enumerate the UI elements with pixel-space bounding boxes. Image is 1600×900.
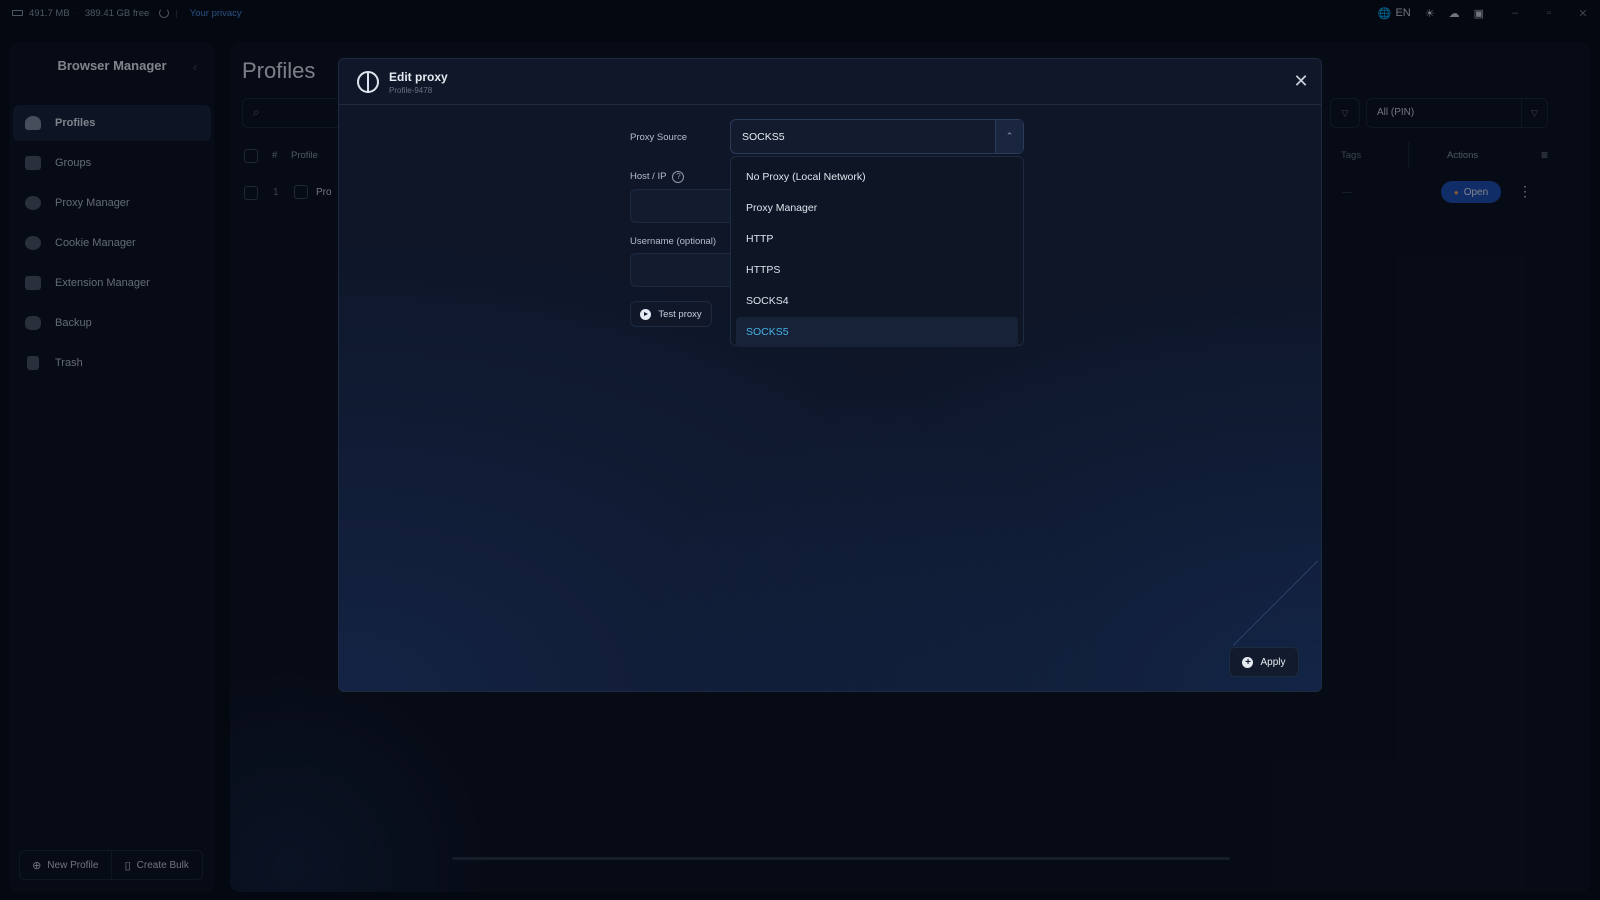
- proxy-source-value: SOCKS5: [742, 131, 785, 143]
- play-icon: [640, 308, 652, 320]
- dialog-header: Edit proxy Profile-9478 ✕: [339, 59, 1321, 105]
- option-proxy-manager[interactable]: Proxy Manager: [736, 193, 1018, 223]
- option-no-proxy[interactable]: No Proxy (Local Network): [736, 162, 1018, 192]
- host-label: Host / IP?: [630, 171, 685, 183]
- option-socks5[interactable]: SOCKS5: [736, 317, 1018, 347]
- dialog-subtitle: Profile-9478: [389, 86, 433, 95]
- help-icon[interactable]: ?: [672, 171, 685, 183]
- apply-button[interactable]: + Apply: [1229, 647, 1299, 677]
- proxy-source-options: No Proxy (Local Network) Proxy Manager H…: [730, 156, 1024, 347]
- proxy-source-label: Proxy Source: [630, 132, 688, 143]
- option-http[interactable]: HTTP: [736, 224, 1018, 254]
- username-input[interactable]: [630, 253, 740, 287]
- test-proxy-label: Test proxy: [658, 308, 702, 320]
- globe-icon: [357, 71, 379, 93]
- edit-proxy-dialog: Edit proxy Profile-9478 ✕ Proxy Source S…: [338, 58, 1322, 692]
- test-proxy-button[interactable]: Test proxy: [630, 301, 712, 327]
- username-label: Username (optional): [630, 236, 717, 247]
- host-label-text: Host / IP: [630, 171, 667, 182]
- host-input[interactable]: [630, 189, 740, 223]
- option-socks4[interactable]: SOCKS4: [736, 286, 1018, 316]
- dialog-title: Edit proxy: [389, 70, 448, 84]
- apply-label: Apply: [1260, 656, 1286, 668]
- chevron-up-icon[interactable]: ⌃: [995, 120, 1023, 153]
- proxy-source-select[interactable]: SOCKS5 ⌃: [730, 119, 1024, 154]
- plus-circle-icon: +: [1242, 656, 1254, 668]
- option-https[interactable]: HTTPS: [736, 255, 1018, 285]
- close-icon[interactable]: ✕: [1289, 69, 1313, 93]
